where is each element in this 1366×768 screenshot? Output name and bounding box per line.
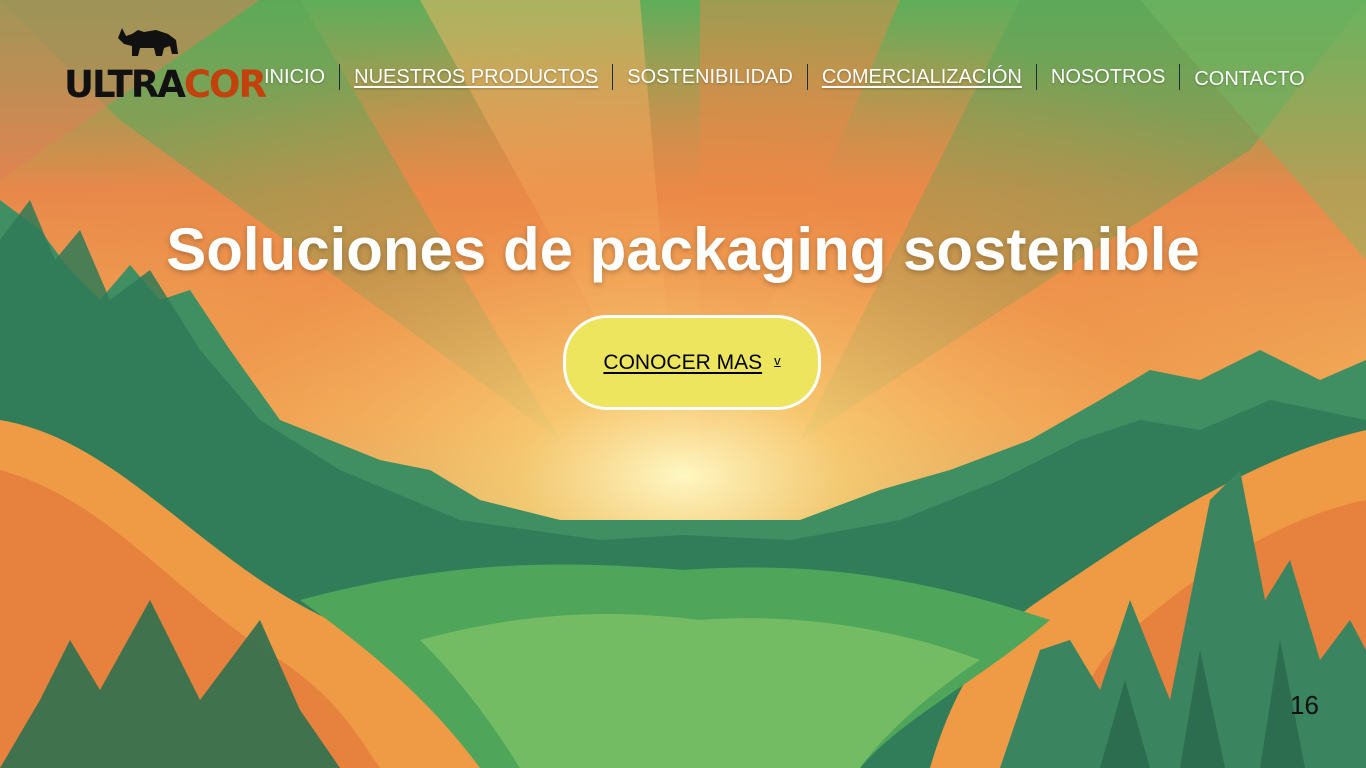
nav-separator <box>806 64 808 90</box>
brand-logo[interactable]: ULTRACOR <box>62 24 267 110</box>
nav-separator <box>612 64 614 90</box>
main-navigation: INICIO NUESTROS PRODUCTOS SOSTENIBILIDAD… <box>264 62 1305 92</box>
nav-separator <box>1179 64 1181 90</box>
cta-label: CONOCER MAS <box>603 350 763 374</box>
rhino-icon <box>118 28 178 56</box>
nav-nuestros-productos[interactable]: NUESTROS PRODUCTOS <box>354 63 598 91</box>
brand-name-part1: ULTRA <box>64 63 186 106</box>
conocer-mas-button[interactable]: CONOCER MAS v <box>563 315 821 410</box>
chevron-down-icon: v <box>774 353 781 368</box>
nav-separator <box>1035 64 1037 90</box>
nav-nosotros[interactable]: NOSOTROS <box>1051 63 1165 91</box>
nav-sostenibilidad[interactable]: SOSTENIBILIDAD <box>627 63 793 91</box>
nav-separator <box>339 64 341 90</box>
page-number: 16 <box>1290 690 1319 720</box>
hero-title: Soluciones de packaging sostenible <box>166 216 1200 283</box>
nav-comercializacion[interactable]: COMERCIALIZACIÓN <box>822 63 1022 91</box>
nav-contacto[interactable]: CONTACTO <box>1194 65 1304 93</box>
nav-inicio[interactable]: INICIO <box>264 63 325 91</box>
brand-name-part2: COR <box>183 63 267 106</box>
